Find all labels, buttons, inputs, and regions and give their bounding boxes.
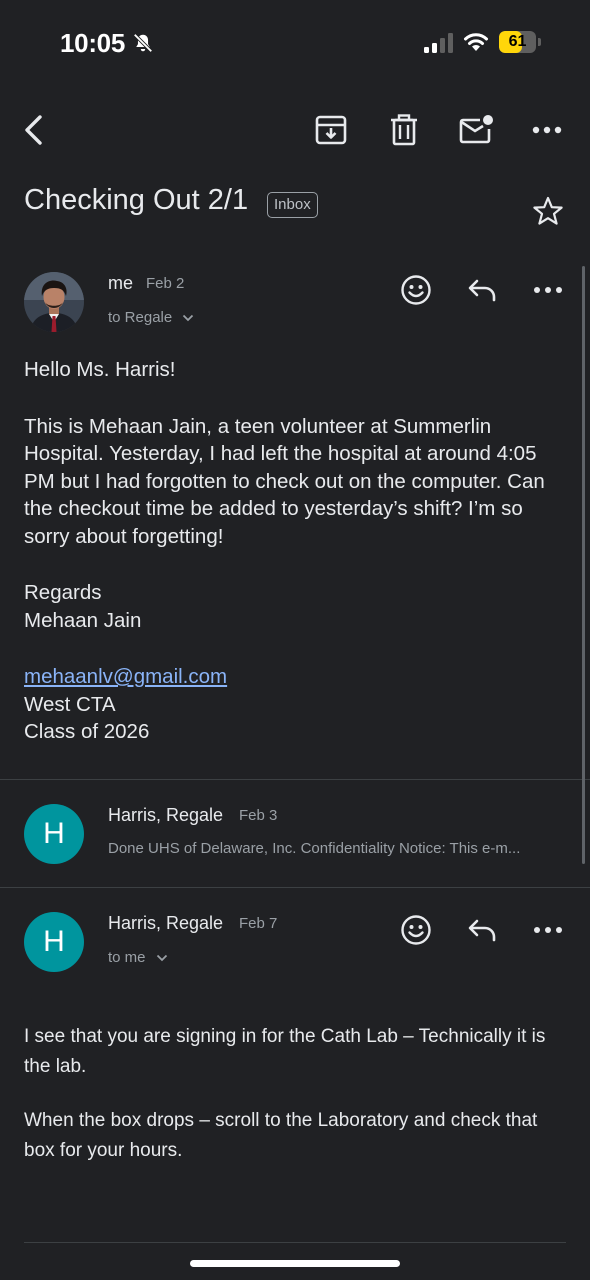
message-date: Feb 2 [146, 275, 185, 292]
star-icon[interactable] [532, 196, 564, 226]
message-snippet: Done UHS of Delaware, Inc. Confidentiali… [108, 840, 521, 857]
signature-school: West CTA [24, 692, 116, 716]
bell-slash-icon [133, 33, 153, 53]
signature-name: Mehaan Jain [24, 608, 142, 632]
chevron-down-icon [183, 314, 194, 322]
recipient-label: to Regale [108, 309, 173, 326]
avatar: H [24, 804, 84, 864]
avatar[interactable]: H [24, 912, 84, 972]
divider [0, 779, 590, 780]
chevron-down-icon [156, 954, 167, 962]
mark-unread-icon[interactable] [458, 114, 494, 144]
more-icon[interactable] [533, 285, 563, 295]
message-body: Hello Ms. Harris! This is Mehaan Jain, a… [24, 356, 564, 746]
divider [0, 887, 590, 888]
more-icon[interactable] [533, 925, 563, 935]
closing: Regards [24, 581, 102, 604]
sender-name: Harris, Regale [108, 913, 224, 933]
home-indicator[interactable] [190, 1260, 400, 1267]
battery-level: 61 [508, 33, 527, 50]
trash-icon[interactable] [389, 114, 419, 146]
email-link[interactable]: mehaanlv@gmail.com [24, 665, 227, 688]
greeting: Hello Ms. Harris! [24, 358, 176, 381]
body-paragraph: This is Mehaan Jain, a teen volunteer at… [24, 414, 545, 548]
scrollbar[interactable] [582, 266, 585, 864]
avatar-photo-icon [24, 272, 84, 332]
avatar[interactable] [24, 272, 84, 332]
recipient-label: to me [108, 949, 146, 966]
recipient-details-toggle[interactable]: to me [108, 949, 168, 966]
reply-icon[interactable] [467, 278, 497, 302]
message-body-paragraph: I see that you are signing in for the Ca… [24, 1026, 546, 1077]
recipient-details-toggle[interactable]: to Regale [108, 309, 194, 326]
message-body-paragraph: When the box drops – scroll to the Labor… [24, 1110, 538, 1161]
reply-icon[interactable] [467, 918, 497, 942]
status-time: 10:05 [60, 28, 125, 58]
email-thread-screen: 10:05 61 Checking Out 2/1 Inbox me Feb 2… [0, 0, 590, 1280]
emoji-react-icon[interactable] [400, 914, 432, 946]
wifi-icon [464, 33, 488, 51]
sender-name: Harris, Regale [108, 805, 224, 825]
signature-class: Class of 2026 [24, 720, 150, 743]
email-subject: Checking Out 2/1 [24, 184, 249, 216]
sender-name: me [108, 273, 134, 293]
archive-icon[interactable] [314, 114, 348, 146]
emoji-react-icon[interactable] [400, 274, 432, 306]
message-date: Feb 7 [239, 915, 278, 932]
message-date: Feb 3 [239, 807, 278, 824]
back-arrow-icon[interactable] [18, 112, 50, 148]
cellular-signal-icon [424, 33, 453, 53]
inbox-label-chip[interactable]: Inbox [267, 192, 318, 218]
divider [24, 1242, 566, 1243]
battery-icon: 61 [499, 31, 541, 55]
more-icon[interactable] [532, 124, 562, 136]
